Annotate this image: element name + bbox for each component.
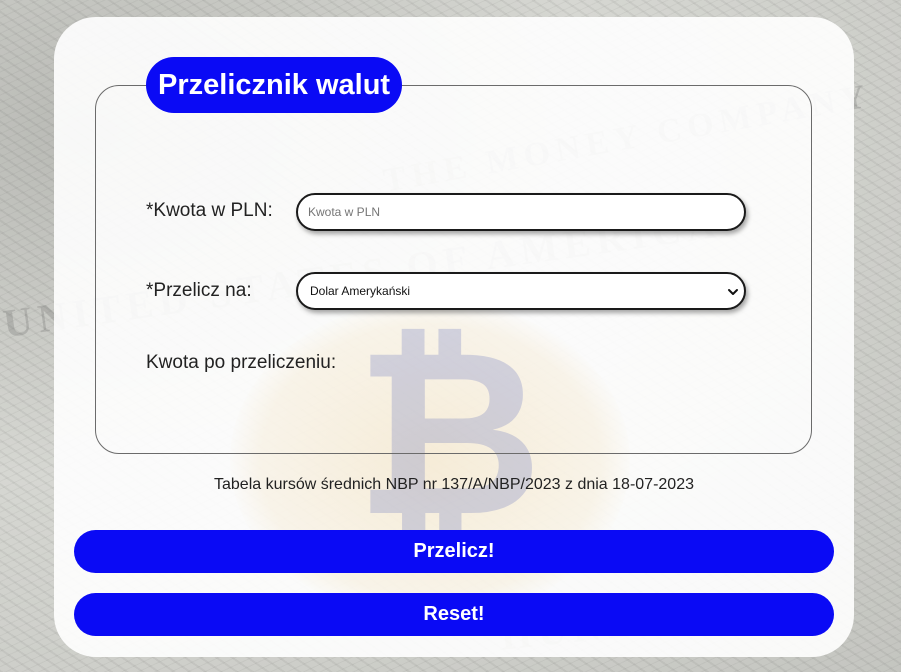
chevron-down-icon: [728, 289, 738, 295]
currency-select[interactable]: Dolar Amerykański: [296, 272, 746, 310]
form-legend: Przelicznik walut: [146, 57, 403, 113]
currency-label: *Przelicz na:: [146, 280, 252, 301]
converter-fieldset: [95, 85, 812, 454]
page: { "form": { "legend": "Przelicznik walut…: [0, 0, 901, 672]
reset-button[interactable]: Reset!: [74, 593, 834, 636]
amount-input[interactable]: [296, 193, 746, 231]
rate-table-info: Tabela kursów średnich NBP nr 137/A/NBP/…: [214, 476, 694, 493]
amount-label: *Kwota w PLN:: [146, 200, 273, 221]
result-label: Kwota po przeliczeniu:: [146, 352, 337, 373]
currency-selected-value: Dolar Amerykański: [310, 284, 411, 298]
convert-button[interactable]: Przelicz!: [74, 530, 834, 573]
